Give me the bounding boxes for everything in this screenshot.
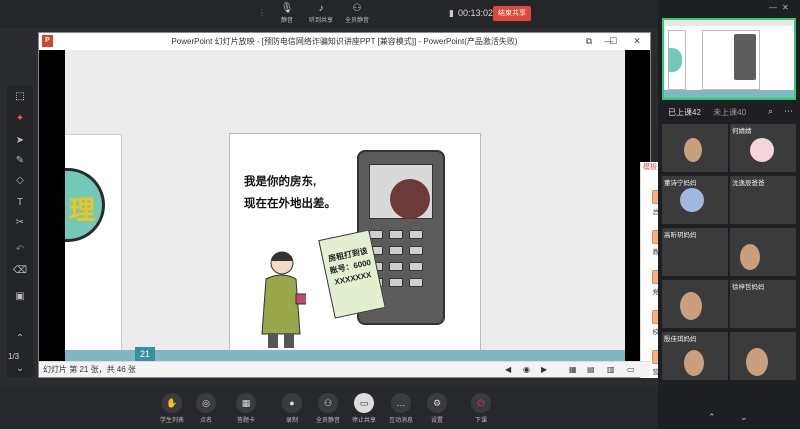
restore-icon[interactable]: ⧉ <box>582 35 596 48</box>
participant-video-3[interactable]: 董诗宁妈妈 <box>662 176 728 224</box>
reading-view-icon[interactable]: ▥ <box>607 362 615 378</box>
mic-icon: 🎙 <box>280 3 294 14</box>
speaker-icon: ♪ <box>318 3 324 14</box>
chat-icon: … <box>391 393 411 413</box>
bottom-toolbar: ✋ 学生列表 ◎ 点名 ▦ 答题卡 ● 录制 ⚇ 全员静音 ▭ 停止共享 … 互动消息 ⚙ 设置… <box>0 388 658 429</box>
mute-all-icon: ⚇ <box>318 393 338 413</box>
toolbox-icon[interactable]: ▣ <box>11 289 29 305</box>
screen-share-icon: ▭ <box>354 393 374 413</box>
pen-icon[interactable]: ✎ <box>11 153 29 169</box>
power-icon: ⏻ <box>471 393 491 413</box>
participants-panel: — ✕ 已上课42 未上课40 ⌕ ⋯ 何婧婧 董诗宁妈妈 沈逸辰爸爸 高昕玥妈… <box>658 0 800 429</box>
laser-pointer-icon[interactable]: ✦ <box>11 111 29 127</box>
gear-icon: ⚙ <box>427 393 447 413</box>
class-tabs: 已上课42 未上课40 <box>668 107 746 118</box>
man-drawing <box>261 251 306 348</box>
sorter-view-icon[interactable]: ▤ <box>587 362 595 378</box>
participant-video-2[interactable]: 何婧婧 <box>730 124 796 172</box>
cursor-icon[interactable]: ➤ <box>11 133 29 149</box>
cartoon-illustration: 我是你的房东, 现在在外地出差。 房租打到该 账号：6000 XXXXXXX <box>229 133 481 358</box>
slideshow-area: 理 我是你的房东, 现在在外地出差。 房租打到该 账号：6000 XXXXXXX… <box>39 50 676 378</box>
cartoon-character: 理 <box>69 195 96 225</box>
close-icon[interactable]: ✕ <box>630 35 644 48</box>
signal-icon: ▮ <box>449 8 454 18</box>
page-indicator: 1/3 <box>8 352 20 361</box>
mute-all-icon: ⚇ <box>352 3 362 14</box>
participant-video-4[interactable]: 沈逸辰爸爸 <box>730 176 796 224</box>
chevron-up-icon[interactable]: ⌃ <box>11 331 29 347</box>
scroll-up-icon[interactable]: ⌃ <box>708 412 716 423</box>
shapes-icon[interactable]: ◇ <box>11 173 29 189</box>
slideshow-view-icon[interactable]: ▭ <box>627 362 635 378</box>
next-slide-icon[interactable]: ▶ <box>541 362 547 378</box>
participant-video-10[interactable] <box>730 332 796 380</box>
top-toolbar: ⋮ 🎙 静音 ♪ 听到共享 ⚇ 全员静音 ▮ 00:13:02 结束共享 <box>0 0 658 28</box>
mute-all-bottom-button[interactable]: ⚇ 全员静音 <box>311 393 345 424</box>
maximize-icon[interactable]: ☐ <box>606 35 620 48</box>
window-title: PowerPoint 幻灯片放映 - [预防电信网络诈骗知识讲座PPT [兼容模… <box>39 33 650 50</box>
minimize-icon[interactable]: — <box>769 3 777 12</box>
text-icon[interactable]: T <box>11 195 29 211</box>
end-class-button[interactable]: ⏻ 下课 <box>464 393 498 424</box>
normal-view-icon[interactable]: ▦ <box>569 362 577 378</box>
tab-not-in-class[interactable]: 未上课40 <box>713 108 746 117</box>
slide-number-badge: 21 <box>135 347 155 361</box>
mute-all-button[interactable]: ⚇ 全员静音 <box>342 3 372 24</box>
answer-card-button[interactable]: ▦ 答题卡 <box>229 393 263 424</box>
stop-share-button[interactable]: ▭ 停止共享 <box>347 393 381 424</box>
powerpoint-window: PowerPoint 幻灯片放映 - [预防电信网络诈骗知识讲座PPT [兼容模… <box>38 32 676 378</box>
phone-screen <box>369 164 433 219</box>
close-icon[interactable]: ✕ <box>782 3 789 12</box>
drag-handle-icon[interactable]: ⋮ <box>258 8 266 20</box>
eraser-icon[interactable]: ⌫ <box>11 263 29 279</box>
hand-icon: ✋ <box>162 393 182 413</box>
search-icon[interactable]: ⌕ <box>768 106 773 117</box>
student-list-button[interactable]: ✋ 学生列表 <box>155 393 189 424</box>
shared-screen-preview[interactable] <box>662 18 796 100</box>
wolf-icon <box>390 179 430 219</box>
scissors-icon[interactable]: ✂ <box>11 215 29 231</box>
menu-icon[interactable]: ◉ <box>523 362 530 378</box>
interactive-messages-button[interactable]: … 互动消息 <box>384 393 418 424</box>
tab-in-class[interactable]: 已上课42 <box>668 108 701 117</box>
participant-video-9[interactable]: 殷佳琪妈妈 <box>662 332 728 380</box>
settings-button[interactable]: ⚙ 设置 <box>420 393 454 424</box>
status-bar: 幻灯片 第 21 张，共 46 张 ◀ ◉ ▶ ▦ ▤ ▥ ▭ <box>39 361 650 377</box>
session-timer: 00:13:02 <box>458 8 494 18</box>
scroll-down-icon[interactable]: ⌄ <box>740 412 748 423</box>
slide[interactable]: 理 我是你的房东, 现在在外地出差。 房租打到该 账号：6000 XXXXXXX… <box>65 50 676 378</box>
participant-video-8[interactable]: 徐梓哲妈妈 <box>730 280 796 328</box>
undo-icon[interactable]: ↶ <box>11 242 29 258</box>
more-icon[interactable]: ⋯ <box>784 106 793 117</box>
roll-call-button[interactable]: ◎ 点名 <box>189 393 223 424</box>
participant-video-1[interactable] <box>662 124 728 172</box>
participant-video-5[interactable]: 高昕玥妈妈 <box>662 228 728 276</box>
powerpoint-logo-icon: P <box>42 35 53 47</box>
chevron-down-icon[interactable]: ⌄ <box>11 361 29 377</box>
record-icon: ● <box>282 393 302 413</box>
prev-slide-icon[interactable]: ◀ <box>505 362 511 378</box>
annotation-toolbar: ⬚ ✦ ➤ ✎ ◇ T ✂ ↶ ⌫ ▣ ⌃ ⌄ <box>7 85 33 377</box>
participant-video-7[interactable] <box>662 280 728 328</box>
location-icon: ◎ <box>196 393 216 413</box>
speech-text: 我是你的房东, 现在在外地出差。 <box>244 176 336 210</box>
end-share-button[interactable]: 结束共享 <box>493 6 531 21</box>
participant-video-6[interactable] <box>730 228 796 276</box>
select-screen-icon[interactable]: ⬚ <box>11 89 29 105</box>
record-button[interactable]: ● 录制 <box>275 393 309 424</box>
card-icon: ▦ <box>236 393 256 413</box>
listen-share-button[interactable]: ♪ 听到共享 <box>306 3 336 24</box>
mute-button[interactable]: 🎙 静音 <box>272 3 302 24</box>
